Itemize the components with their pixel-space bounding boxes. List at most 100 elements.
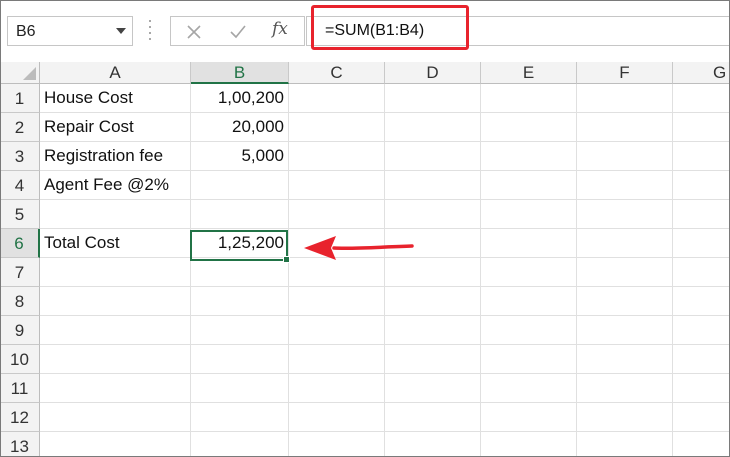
cell-f13[interactable]: [577, 432, 673, 457]
cell-c4[interactable]: [289, 171, 385, 200]
cell-e1[interactable]: [481, 84, 577, 113]
row-header-13[interactable]: 13: [0, 432, 40, 457]
cell-f2[interactable]: [577, 113, 673, 142]
cell-a12[interactable]: [40, 403, 191, 432]
row-header-9[interactable]: 9: [0, 316, 40, 345]
select-all-button[interactable]: [0, 62, 40, 84]
cell-b8[interactable]: [191, 287, 289, 316]
cell-f11[interactable]: [577, 374, 673, 403]
cell-g7[interactable]: [673, 258, 730, 287]
row-header-1[interactable]: 1: [0, 84, 40, 113]
cell-d11[interactable]: [385, 374, 481, 403]
cell-a9[interactable]: [40, 316, 191, 345]
column-header-e[interactable]: E: [481, 62, 577, 84]
cell-a7[interactable]: [40, 258, 191, 287]
cell-a4[interactable]: Agent Fee @2%: [40, 171, 191, 200]
cell-d9[interactable]: [385, 316, 481, 345]
name-box[interactable]: B6: [7, 16, 133, 46]
cell-b2[interactable]: 20,000: [191, 113, 289, 142]
cell-e7[interactable]: [481, 258, 577, 287]
row-header-11[interactable]: 11: [0, 374, 40, 403]
column-header-d[interactable]: D: [385, 62, 481, 84]
enter-icon[interactable]: [229, 24, 247, 40]
cell-g12[interactable]: [673, 403, 730, 432]
cell-g8[interactable]: [673, 287, 730, 316]
cell-c5[interactable]: [289, 200, 385, 229]
cell-d4[interactable]: [385, 171, 481, 200]
cell-a2[interactable]: Repair Cost: [40, 113, 191, 142]
cell-c13[interactable]: [289, 432, 385, 457]
cell-b9[interactable]: [191, 316, 289, 345]
cell-e4[interactable]: [481, 171, 577, 200]
cell-a13[interactable]: [40, 432, 191, 457]
row-header-8[interactable]: 8: [0, 287, 40, 316]
cell-c2[interactable]: [289, 113, 385, 142]
cell-b13[interactable]: [191, 432, 289, 457]
cell-e11[interactable]: [481, 374, 577, 403]
cell-f5[interactable]: [577, 200, 673, 229]
row-header-7[interactable]: 7: [0, 258, 40, 287]
cell-b12[interactable]: [191, 403, 289, 432]
cell-b3[interactable]: 5,000: [191, 142, 289, 171]
cell-f8[interactable]: [577, 287, 673, 316]
cell-d1[interactable]: [385, 84, 481, 113]
cell-d5[interactable]: [385, 200, 481, 229]
worksheet-grid[interactable]: A B C D E F G 1 2 3 4 5 6 7 8 9 10 11 12…: [0, 62, 730, 457]
cell-c1[interactable]: [289, 84, 385, 113]
column-header-a[interactable]: A: [40, 62, 191, 84]
cell-a5[interactable]: [40, 200, 191, 229]
cell-e10[interactable]: [481, 345, 577, 374]
cell-b5[interactable]: [191, 200, 289, 229]
cell-e13[interactable]: [481, 432, 577, 457]
row-header-6[interactable]: 6: [0, 229, 40, 258]
formula-bar-splitter[interactable]: [148, 20, 152, 42]
cell-a11[interactable]: [40, 374, 191, 403]
cell-g9[interactable]: [673, 316, 730, 345]
cell-a8[interactable]: [40, 287, 191, 316]
cell-a1[interactable]: House Cost: [40, 84, 191, 113]
cell-b1[interactable]: 1,00,200: [191, 84, 289, 113]
cell-c8[interactable]: [289, 287, 385, 316]
cell-c7[interactable]: [289, 258, 385, 287]
row-header-2[interactable]: 2: [0, 113, 40, 142]
cell-g6[interactable]: [673, 229, 730, 258]
cell-e9[interactable]: [481, 316, 577, 345]
cell-d3[interactable]: [385, 142, 481, 171]
cell-e5[interactable]: [481, 200, 577, 229]
cell-f10[interactable]: [577, 345, 673, 374]
row-header-3[interactable]: 3: [0, 142, 40, 171]
cell-g11[interactable]: [673, 374, 730, 403]
cell-f4[interactable]: [577, 171, 673, 200]
cell-a10[interactable]: [40, 345, 191, 374]
cell-g5[interactable]: [673, 200, 730, 229]
row-header-5[interactable]: 5: [0, 200, 40, 229]
cell-e12[interactable]: [481, 403, 577, 432]
cell-d2[interactable]: [385, 113, 481, 142]
cell-c3[interactable]: [289, 142, 385, 171]
cell-f3[interactable]: [577, 142, 673, 171]
cell-f1[interactable]: [577, 84, 673, 113]
cell-c12[interactable]: [289, 403, 385, 432]
cancel-icon[interactable]: [186, 24, 202, 40]
cell-f7[interactable]: [577, 258, 673, 287]
cell-a6[interactable]: Total Cost: [40, 229, 191, 258]
cell-e3[interactable]: [481, 142, 577, 171]
row-header-12[interactable]: 12: [0, 403, 40, 432]
cell-b7[interactable]: [191, 258, 289, 287]
column-header-f[interactable]: F: [577, 62, 673, 84]
cell-d10[interactable]: [385, 345, 481, 374]
row-header-4[interactable]: 4: [0, 171, 40, 200]
cell-d7[interactable]: [385, 258, 481, 287]
cell-c10[interactable]: [289, 345, 385, 374]
cell-c11[interactable]: [289, 374, 385, 403]
cell-e6[interactable]: [481, 229, 577, 258]
row-header-10[interactable]: 10: [0, 345, 40, 374]
insert-function-icon[interactable]: fx: [272, 19, 288, 39]
cell-e8[interactable]: [481, 287, 577, 316]
cell-g13[interactable]: [673, 432, 730, 457]
column-header-c[interactable]: C: [289, 62, 385, 84]
cell-e2[interactable]: [481, 113, 577, 142]
cell-b4[interactable]: [191, 171, 289, 200]
cell-d13[interactable]: [385, 432, 481, 457]
cell-b6[interactable]: 1,25,200: [191, 229, 289, 258]
